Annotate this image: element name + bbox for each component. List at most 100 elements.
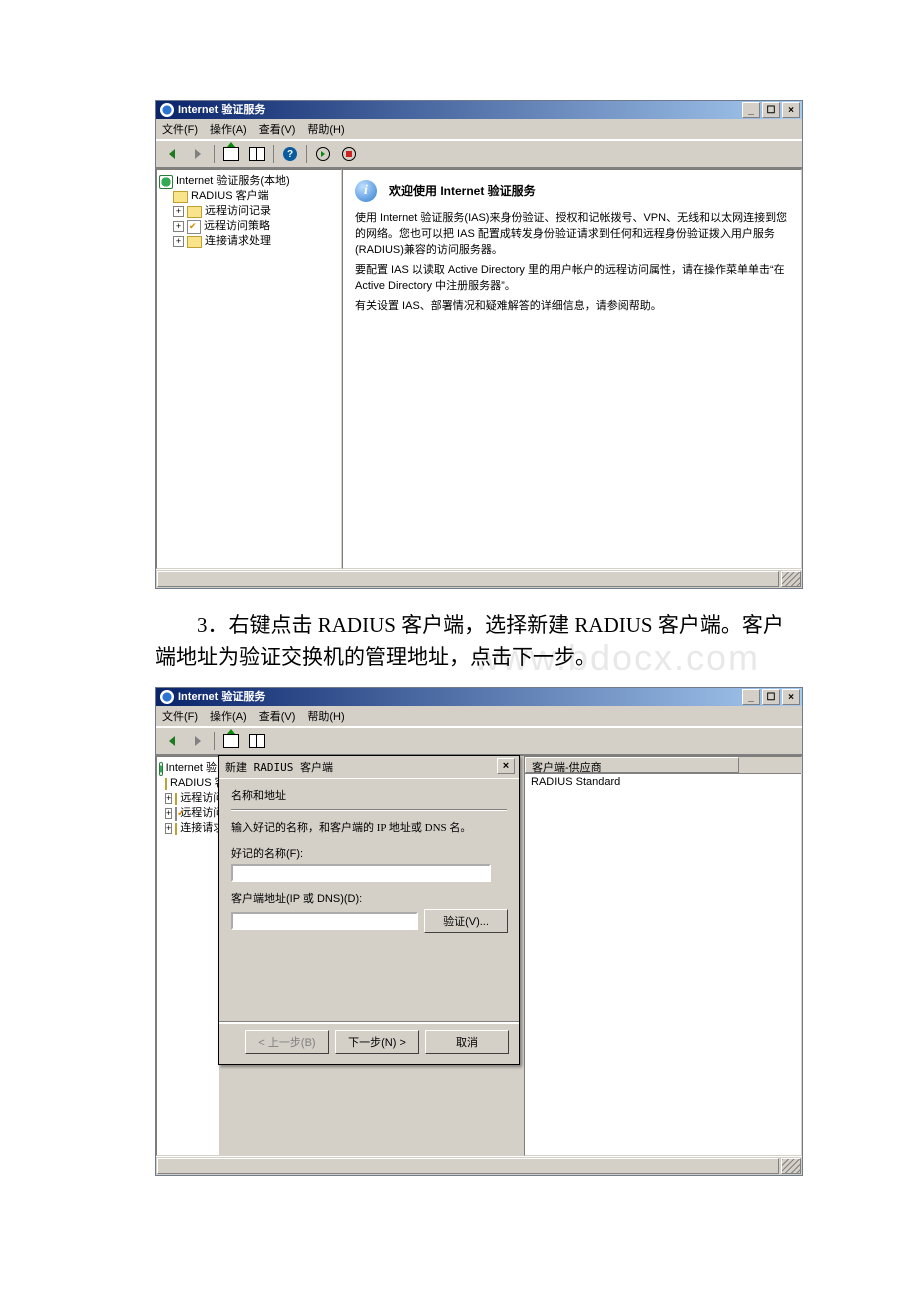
client-address-input[interactable]	[231, 912, 418, 930]
folder-icon	[187, 206, 202, 218]
dialog-note: 输入好记的名称，和客户端的 IP 地址或 DNS 名。	[231, 819, 507, 835]
dialog-close-button[interactable]: ×	[497, 758, 515, 774]
tree-remote-access-logging[interactable]: +远程访问记录	[159, 204, 339, 219]
resize-grip[interactable]	[781, 1158, 801, 1174]
folder-icon	[187, 236, 202, 248]
close-button[interactable]: ×	[782, 689, 800, 705]
expand-icon[interactable]: +	[165, 823, 172, 834]
list-row[interactable]: RADIUS Standard	[525, 774, 801, 790]
up-folder-icon	[223, 147, 239, 161]
resize-grip[interactable]	[781, 571, 801, 587]
app-icon	[160, 690, 174, 704]
instruction-step-3: 3．右键点击 RADIUS 客户端，选择新建 RADIUS 客户端。客户端地址为…	[155, 609, 800, 673]
toolbar-separator	[273, 145, 274, 163]
expand-icon[interactable]: +	[165, 808, 172, 819]
menu-action[interactable]: 操作(A)	[210, 121, 247, 137]
menu-view[interactable]: 查看(V)	[259, 121, 296, 137]
welcome-title: 欢迎使用 Internet 验证服务	[389, 183, 536, 199]
menubar: 文件(F) 操作(A) 查看(V) 帮助(H)	[156, 706, 802, 727]
minimize-button[interactable]: _	[742, 102, 760, 118]
arrow-left-icon	[169, 736, 175, 746]
titlebar: Internet 验证服务 _ ☐ ×	[156, 688, 802, 706]
app-icon	[160, 103, 174, 117]
expand-icon[interactable]: +	[165, 793, 172, 804]
tree-pane: Internet 验证服务(本地) RADIUS 客户端 +远程访问记录 +远程…	[156, 169, 342, 569]
window-title: Internet 验证服务	[178, 688, 742, 706]
status-cell	[157, 571, 779, 587]
expand-icon[interactable]: +	[173, 236, 184, 247]
list-header: 客户端-供应商	[525, 757, 801, 774]
panes-icon	[249, 147, 265, 161]
dialog-heading: 名称和地址	[231, 787, 507, 803]
menu-help[interactable]: 帮助(H)	[307, 121, 344, 137]
up-folder-icon	[223, 734, 239, 748]
column-vendor[interactable]: 客户端-供应商	[525, 757, 739, 773]
stop-icon	[342, 147, 356, 161]
up-button[interactable]	[219, 143, 243, 165]
content-pane: i 欢迎使用 Internet 验证服务 使用 Internet 验证服务(IA…	[342, 169, 802, 569]
verify-button[interactable]: 验证(V)...	[424, 909, 508, 933]
policy-icon	[175, 807, 177, 821]
arrow-left-icon	[169, 149, 175, 159]
minimize-button[interactable]: _	[742, 689, 760, 705]
folder-icon	[165, 778, 167, 790]
arrow-right-icon	[195, 149, 201, 159]
back-button[interactable]	[160, 730, 184, 752]
window-title: Internet 验证服务	[178, 101, 742, 119]
menu-help[interactable]: 帮助(H)	[307, 708, 344, 724]
forward-button[interactable]	[186, 730, 210, 752]
screenshot-2: Internet 验证服务 _ ☐ × 文件(F) 操作(A) 查看(V) 帮助…	[155, 687, 803, 1176]
friendly-name-input[interactable]	[231, 864, 491, 882]
maximize-button[interactable]: ☐	[762, 102, 780, 118]
panes-button[interactable]	[245, 143, 269, 165]
tree-connection-request[interactable]: +连接请求处理	[159, 234, 339, 249]
statusbar	[156, 1156, 802, 1175]
menu-view[interactable]: 查看(V)	[259, 708, 296, 724]
help-icon: ?	[283, 147, 297, 161]
policy-icon	[187, 220, 201, 234]
new-radius-client-dialog: 新建 RADIUS 客户端 × 名称和地址 输入好记的名称，和客户端的 IP 地…	[218, 755, 520, 1065]
menubar: 文件(F) 操作(A) 查看(V) 帮助(H)	[156, 119, 802, 140]
expand-icon[interactable]: +	[173, 221, 184, 232]
tree-remote-access-logging[interactable]: +远程访问	[159, 791, 217, 806]
start-service-button[interactable]	[311, 143, 335, 165]
next-button[interactable]: 下一步(N) >	[335, 1030, 419, 1054]
friendly-name-label: 好记的名称(F):	[231, 845, 507, 861]
play-icon	[316, 147, 330, 161]
help-button[interactable]: ?	[278, 143, 302, 165]
expand-icon[interactable]: +	[173, 206, 184, 217]
stop-service-button[interactable]	[337, 143, 361, 165]
cancel-button[interactable]: 取消	[425, 1030, 509, 1054]
toolbar: ?	[156, 140, 802, 168]
maximize-button[interactable]: ☐	[762, 689, 780, 705]
toolbar-separator	[306, 145, 307, 163]
server-icon	[159, 175, 173, 189]
menu-file[interactable]: 文件(F)	[162, 121, 198, 137]
forward-button[interactable]	[186, 143, 210, 165]
tree-remote-access-policies[interactable]: +远程访问策略	[159, 219, 339, 234]
tree-root[interactable]: Internet 验证服务(本地)	[159, 174, 339, 189]
client-address-label: 客户端地址(IP 或 DNS)(D):	[231, 890, 507, 906]
tree-remote-access-policies[interactable]: +远程访问	[159, 806, 217, 821]
tree-radius-clients[interactable]: RADIUS 客	[159, 776, 217, 791]
back-button[interactable]	[160, 143, 184, 165]
tree-connection-request[interactable]: +连接请求	[159, 821, 217, 836]
info-icon: i	[355, 180, 377, 202]
folder-icon	[175, 823, 177, 835]
tree-root[interactable]: Internet 验	[159, 761, 217, 776]
welcome-paragraph-1: 使用 Internet 验证服务(IAS)来身份验证、授权和记帐拨号、VPN、无…	[355, 210, 789, 258]
screenshot-1: Internet 验证服务 _ ☐ × 文件(F) 操作(A) 查看(V) 帮助…	[155, 100, 803, 589]
dialog-title: 新建 RADIUS 客户端 ×	[219, 756, 519, 779]
server-icon	[159, 762, 163, 776]
menu-action[interactable]: 操作(A)	[210, 708, 247, 724]
back-button: < 上一步(B)	[245, 1030, 329, 1054]
status-cell	[157, 1158, 779, 1174]
panes-button[interactable]	[245, 730, 269, 752]
toolbar-separator	[214, 145, 215, 163]
tree-radius-clients[interactable]: RADIUS 客户端	[159, 189, 339, 204]
menu-file[interactable]: 文件(F)	[162, 708, 198, 724]
statusbar	[156, 569, 802, 588]
up-button[interactable]	[219, 730, 243, 752]
ias-main-window: Internet 验证服务 _ ☐ × 文件(F) 操作(A) 查看(V) 帮助…	[155, 687, 803, 1176]
close-button[interactable]: ×	[782, 102, 800, 118]
